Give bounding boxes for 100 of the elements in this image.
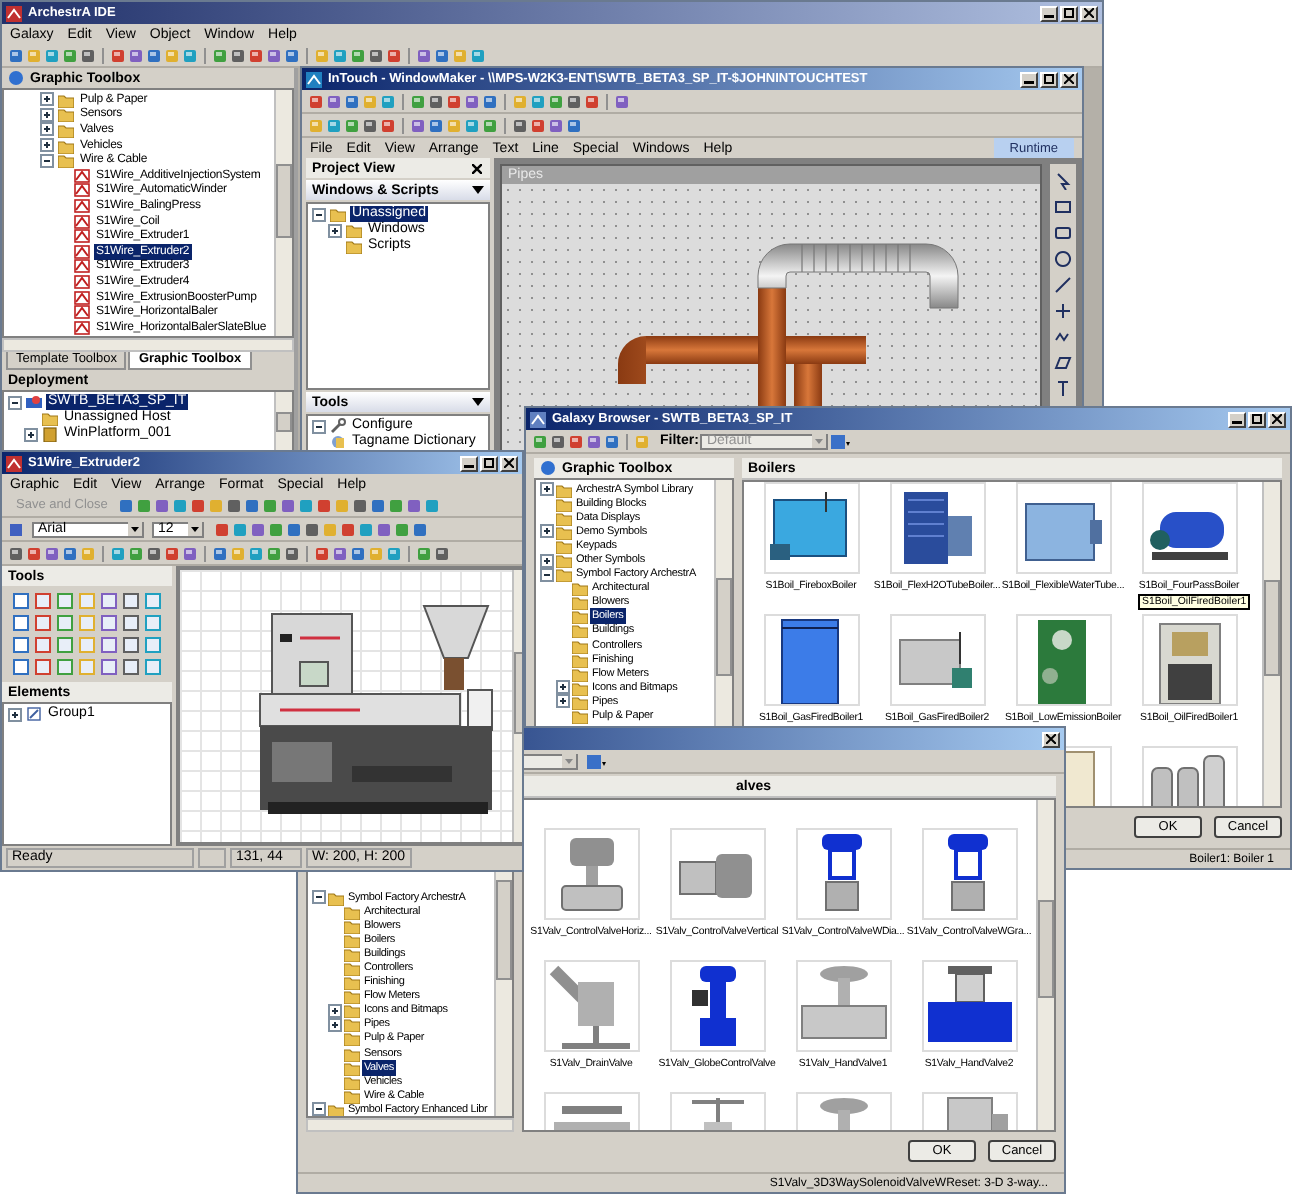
valve-thumbnail[interactable] [669, 828, 765, 920]
polyline-icon[interactable] [1054, 328, 1072, 346]
toolbar-icon[interactable] [482, 93, 498, 109]
valve-thumbnail[interactable] [795, 828, 891, 920]
expander-icon[interactable] [312, 207, 326, 221]
dropdown-arrow-icon[interactable] [472, 186, 484, 194]
toolbar-icon[interactable] [8, 545, 24, 561]
expander-icon[interactable] [40, 107, 54, 122]
expander-icon[interactable] [312, 1102, 326, 1116]
text-tool-icon[interactable] [1054, 380, 1072, 398]
toolbar-icon[interactable] [326, 93, 342, 109]
expander-icon[interactable] [556, 680, 570, 695]
toolbar-icon[interactable] [470, 47, 486, 63]
toolbar-icon[interactable] [164, 545, 180, 561]
toolbar-icon[interactable] [212, 47, 228, 63]
expander-icon[interactable] [328, 223, 342, 237]
toolbar-icon[interactable] [512, 117, 528, 133]
expander-icon[interactable] [40, 122, 54, 137]
maximize-icon[interactable] [1044, 74, 1054, 84]
toolbar-icon[interactable] [284, 47, 300, 63]
toolbar-icon[interactable] [464, 117, 480, 133]
scrollbar[interactable] [1262, 482, 1280, 806]
maximize-button[interactable] [1040, 71, 1058, 87]
toolbar-icon[interactable] [530, 117, 546, 133]
minimize-button[interactable] [1020, 71, 1038, 87]
valve-thumbnail[interactable] [921, 828, 1017, 920]
toolbar-icon[interactable] [362, 117, 378, 133]
toolbar-icon[interactable] [428, 117, 444, 133]
toolbar-icon[interactable] [332, 47, 348, 63]
toolbar-icon[interactable] [550, 433, 566, 449]
toolbar-icon[interactable] [44, 47, 60, 63]
toolbar-icon[interactable] [44, 545, 60, 561]
dropdown-arrow-icon[interactable] [128, 522, 142, 536]
expander-icon[interactable] [540, 567, 554, 582]
toolbar-icon[interactable] [614, 93, 630, 109]
toolbar-icon[interactable] [416, 47, 432, 63]
toolbar-icon[interactable] [566, 117, 582, 133]
expander-icon[interactable] [312, 419, 326, 433]
toolbar-icon[interactable] [308, 93, 324, 109]
scrollbar[interactable] [2, 338, 294, 352]
toolbar-icon[interactable] [212, 545, 228, 561]
toolbar-icon[interactable] [482, 117, 498, 133]
toolbar-icon[interactable] [380, 93, 396, 109]
symbol-thumbnail[interactable] [763, 482, 859, 574]
expander-icon[interactable] [40, 138, 54, 153]
toolbar-icon[interactable] [182, 47, 198, 63]
line-icon[interactable] [1054, 276, 1072, 294]
close-icon[interactable] [1046, 734, 1056, 744]
view-icon[interactable] [586, 753, 606, 769]
toolbar-icon[interactable] [604, 433, 620, 449]
minimize-button[interactable] [1228, 411, 1246, 427]
toolbar-icon[interactable] [146, 47, 162, 63]
maximize-icon[interactable] [484, 458, 494, 468]
expander-icon[interactable] [328, 1017, 342, 1032]
scrollbar[interactable] [1036, 800, 1054, 1130]
drawing-canvas[interactable] [180, 570, 512, 842]
toolbar-icon[interactable] [410, 117, 426, 133]
toolbar-icon[interactable] [584, 93, 600, 109]
toolbar-icon[interactable] [230, 47, 246, 63]
toolbar-icon[interactable] [530, 93, 546, 109]
toolbar-icon[interactable] [26, 545, 42, 561]
toolbar-icon[interactable] [586, 433, 602, 449]
toolbar-icon[interactable] [332, 545, 348, 561]
valve-thumbnail[interactable] [669, 960, 765, 1052]
expander-icon[interactable] [40, 92, 54, 107]
expander-icon[interactable] [8, 395, 22, 409]
toolbar-icon[interactable] [532, 433, 548, 449]
expander-icon[interactable] [540, 524, 554, 539]
expander-icon[interactable] [24, 427, 38, 441]
toolbar-icon[interactable] [368, 47, 384, 63]
dropdown-arrow-icon[interactable] [472, 398, 484, 406]
toolbar-icon[interactable] [344, 117, 360, 133]
maximize-button[interactable] [480, 455, 498, 471]
symbol-thumbnail[interactable] [889, 614, 985, 706]
valve-thumbnail[interactable] [543, 828, 639, 920]
symbol-thumbnail[interactable] [1015, 614, 1111, 706]
toolbar-icon[interactable] [62, 47, 78, 63]
toolbar-icon[interactable] [548, 93, 564, 109]
toolbar-icon[interactable] [386, 47, 402, 63]
toolbar-icon[interactable] [410, 93, 426, 109]
close-icon[interactable] [1272, 414, 1282, 424]
toolbar-icon[interactable] [146, 545, 162, 561]
toolbar-icon[interactable] [434, 47, 450, 63]
toolbar-icon[interactable] [8, 47, 24, 63]
toolbar-icon[interactable] [266, 545, 282, 561]
toolbar-icon[interactable] [266, 47, 282, 63]
scrollbar[interactable] [274, 90, 292, 336]
symbol-thumbnail[interactable] [1141, 482, 1237, 574]
toolbar-icon[interactable] [182, 545, 198, 561]
toolbar-icon[interactable] [314, 545, 330, 561]
toolbar-icon[interactable] [110, 47, 126, 63]
toolbar-icon[interactable] [380, 117, 396, 133]
expander-icon[interactable] [40, 153, 54, 168]
toolbar-icon[interactable] [80, 47, 96, 63]
symbol-thumbnail[interactable] [1015, 482, 1111, 574]
toolbar-icon[interactable] [62, 545, 78, 561]
expander-icon[interactable] [312, 890, 326, 905]
toolbar-icon[interactable] [8, 521, 24, 537]
crosshair-icon[interactable] [1054, 302, 1072, 320]
maximize-icon[interactable] [1252, 414, 1262, 424]
